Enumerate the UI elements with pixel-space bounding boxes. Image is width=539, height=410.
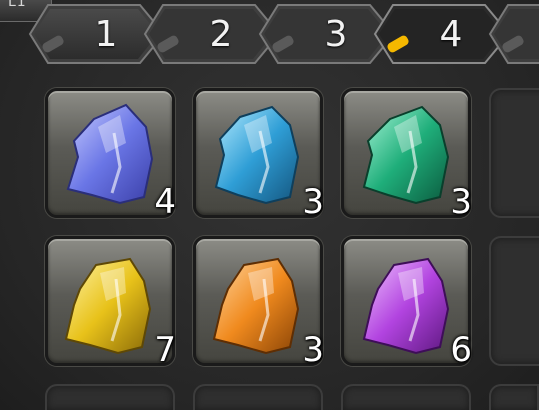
l1-button-label: L1 <box>8 0 27 10</box>
inventory-slot-empty[interactable] <box>45 384 175 410</box>
tab-4-label: 4 <box>439 14 463 55</box>
inventory-slot-empty[interactable] <box>489 236 539 366</box>
green-crystal-icon <box>362 105 450 205</box>
item-quantity: 4 <box>154 182 176 222</box>
item-quantity: 7 <box>154 330 176 370</box>
orange-crystal-icon <box>212 257 300 355</box>
inventory-screen: L1 1 2 3 4 4 3 3 7 3 6 <box>0 0 539 410</box>
tab-3-label: 3 <box>324 14 348 55</box>
tab-2-label: 2 <box>209 14 233 55</box>
inventory-slot-empty[interactable] <box>193 384 323 410</box>
inventory-slot[interactable]: 3 <box>193 88 324 222</box>
item-quantity: 6 <box>450 330 472 370</box>
inventory-tabs: 1 2 3 4 <box>28 3 539 65</box>
tab-1-label: 1 <box>94 14 118 55</box>
blue-crystal-icon <box>66 103 154 205</box>
inventory-slot[interactable]: 4 <box>45 88 176 222</box>
tab-5-partial[interactable] <box>488 3 539 65</box>
inventory-slot[interactable]: 3 <box>193 236 324 370</box>
inventory-slot-empty[interactable] <box>489 384 539 410</box>
inventory-slot[interactable]: 7 <box>45 236 176 370</box>
inventory-slot[interactable]: 6 <box>341 236 472 370</box>
inventory-slot[interactable]: 3 <box>341 88 472 222</box>
inventory-slot-empty[interactable] <box>341 384 471 410</box>
cyan-crystal-icon <box>214 105 300 205</box>
yellow-crystal-icon <box>64 257 152 355</box>
purple-crystal-icon <box>362 257 450 355</box>
inventory-slot-empty[interactable] <box>489 88 539 218</box>
item-quantity: 3 <box>450 182 472 222</box>
item-quantity: 3 <box>302 330 324 370</box>
item-quantity: 3 <box>302 182 324 222</box>
